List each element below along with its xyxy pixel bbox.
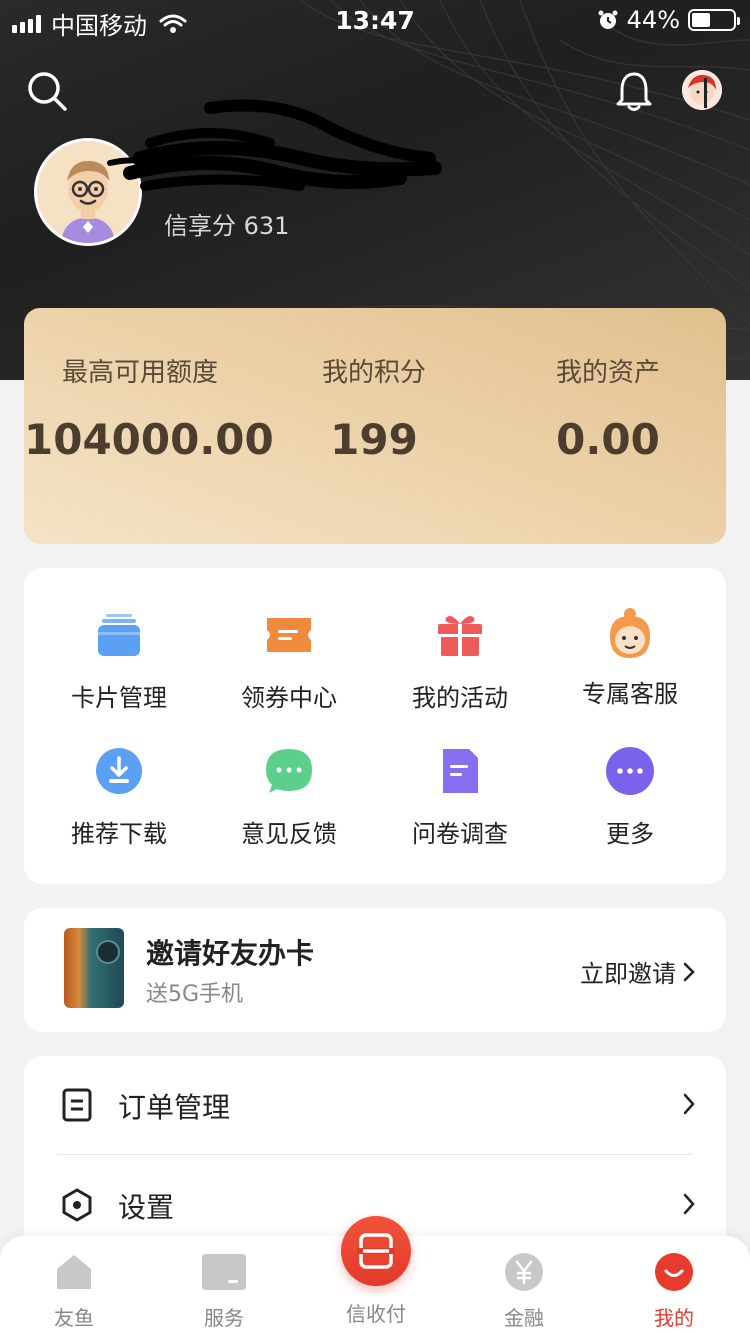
document-icon	[443, 749, 478, 793]
invite-title: 邀请好友办卡	[146, 937, 315, 970]
stat-value: 199	[330, 415, 418, 464]
menu-item-orders[interactable]: 订单管理	[24, 1056, 726, 1155]
chat-bubble-icon	[266, 749, 312, 793]
tab-youyu[interactable]: 友鱼	[24, 1252, 124, 1331]
service-recommend-download[interactable]: 推荐下载	[34, 746, 204, 849]
service-label: 领券中心	[241, 684, 337, 712]
credit-score: 信享分 631	[164, 212, 290, 240]
stat-available-credit[interactable]: 最高可用额度 104000.00	[24, 352, 274, 464]
service-feedback[interactable]: 意见反馈	[204, 746, 374, 849]
settings-hex-icon	[62, 1188, 92, 1222]
services-grid: 卡片管理 领券中心 我的活动 专属客服 推荐下载 意见反馈 问卷调查 更多	[24, 568, 726, 884]
mini-avatar[interactable]	[682, 70, 722, 110]
invite-action-label: 立即邀请	[580, 960, 676, 988]
chevron-right-icon	[683, 1093, 695, 1115]
service-label: 问卷调查	[412, 820, 508, 848]
phone-product-image	[64, 928, 124, 1008]
scan-icon	[357, 1233, 395, 1269]
invite-now-button[interactable]: 立即邀请	[580, 954, 696, 989]
card-stack-icon	[98, 614, 140, 656]
tab-xinshoufu-scan[interactable]	[341, 1216, 411, 1286]
service-customer-support[interactable]: 专属客服	[545, 606, 715, 709]
service-label: 我的活动	[412, 684, 508, 712]
profile-icon	[655, 1253, 693, 1291]
service-label: 意见反馈	[241, 820, 337, 848]
stat-points[interactable]: 我的积分 199	[274, 352, 474, 464]
order-list-icon	[62, 1088, 92, 1122]
service-card-icon	[202, 1254, 246, 1290]
tab-label: 服务	[204, 1306, 244, 1330]
download-icon	[96, 748, 142, 794]
battery-icon	[688, 9, 740, 31]
alarm-icon	[598, 10, 618, 29]
chevron-right-icon	[683, 962, 695, 981]
stat-label: 我的资产	[555, 358, 660, 388]
more-dots-icon	[606, 747, 654, 795]
service-label: 更多	[606, 820, 654, 848]
tab-label: 友鱼	[54, 1306, 94, 1330]
redacted-username-scribble	[107, 99, 442, 191]
stat-value: 104000.00	[24, 415, 274, 464]
stat-label: 我的积分	[321, 358, 426, 388]
stat-assets[interactable]: 我的资产 0.00	[508, 352, 708, 464]
tab-services[interactable]: 服务	[174, 1252, 274, 1331]
service-card-management[interactable]: 卡片管理	[34, 610, 204, 713]
tab-label: 金融	[504, 1306, 544, 1330]
service-my-activities[interactable]: 我的活动	[375, 610, 545, 713]
notification-bell-icon[interactable]	[614, 70, 654, 112]
service-label: 专属客服	[582, 680, 678, 708]
account-summary-card: 最高可用额度 104000.00 我的积分 199 我的资产 0.00	[24, 308, 726, 544]
chevron-right-icon	[683, 1193, 695, 1215]
service-label: 推荐下载	[71, 820, 167, 848]
divider	[58, 1154, 692, 1155]
service-survey[interactable]: 问卷调查	[375, 746, 545, 849]
battery-fill	[692, 13, 710, 27]
invite-friends-banner[interactable]: 邀请好友办卡 送5G手机 立即邀请	[24, 908, 726, 1032]
stat-label: 最高可用额度	[61, 358, 218, 388]
service-label: 卡片管理	[71, 684, 167, 712]
invite-subtitle: 送5G手机	[146, 982, 244, 1007]
stat-value: 0.00	[556, 415, 660, 464]
tab-label: 我的	[654, 1306, 694, 1330]
service-coupon-center[interactable]: 领券中心	[204, 610, 374, 713]
customer-service-icon	[610, 608, 650, 658]
battery-percent: 44%	[626, 6, 680, 34]
gift-icon	[438, 616, 482, 656]
menu-label: 订单管理	[118, 1091, 231, 1124]
search-icon[interactable]	[26, 70, 68, 112]
status-bar: 中国移动 13:47 44%	[0, 0, 750, 40]
home-icon	[57, 1255, 91, 1289]
coupon-icon	[267, 618, 311, 652]
tab-mine[interactable]: 我的	[624, 1252, 724, 1331]
tab-label: 信收付	[346, 1302, 406, 1326]
cartoon-avatar-icon	[682, 70, 722, 110]
service-more[interactable]: 更多	[545, 746, 715, 849]
tab-finance[interactable]: 金融	[474, 1252, 574, 1331]
yuan-icon	[505, 1253, 543, 1291]
menu-label: 设置	[118, 1191, 175, 1224]
